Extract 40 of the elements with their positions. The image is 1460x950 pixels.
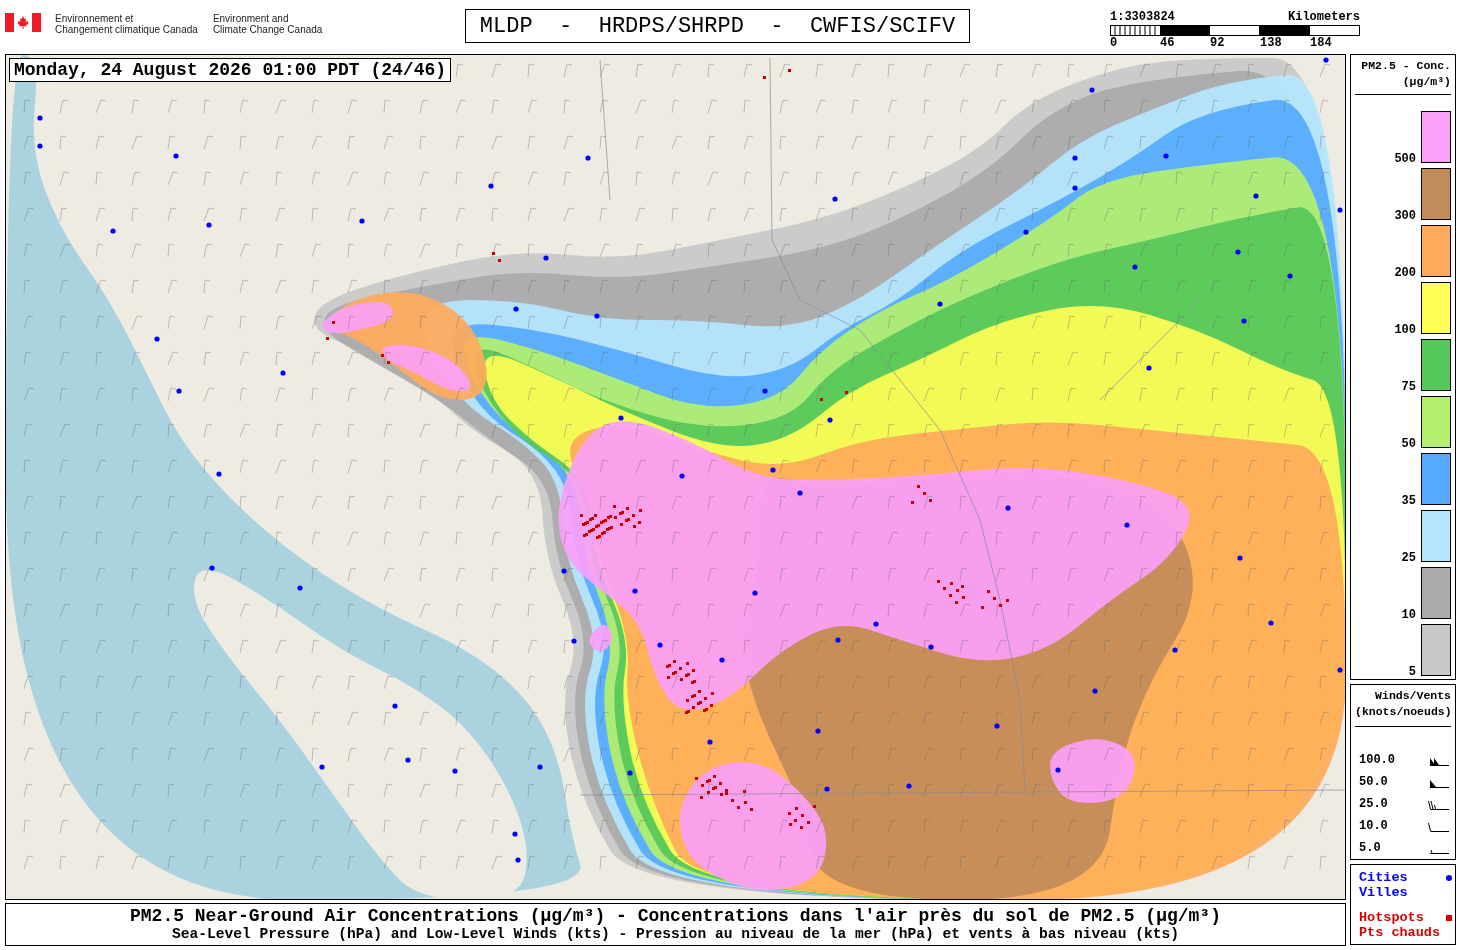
scale-unit: Kilometers — [1288, 11, 1360, 24]
scale-tick-label: 46 — [1160, 37, 1176, 50]
legend-threshold-label: 200 — [1394, 267, 1416, 279]
legend-threshold-label: 500 — [1394, 153, 1416, 165]
legend-threshold-label: 75 — [1401, 381, 1416, 393]
wind-speed-label: 50.0 — [1358, 775, 1389, 789]
wind-legend-unit: (knots/noeuds) — [1355, 704, 1451, 720]
wind-speed-label: 10.0 — [1358, 819, 1389, 833]
wind-barb-icon — [1427, 823, 1449, 832]
marker-legend-label: Hotspots Pts chauds — [1359, 910, 1441, 940]
legend-threshold-label: 25 — [1401, 552, 1416, 564]
model-title: MLDP - HRDPS/SHRPD - CWFIS/SCIFV — [465, 9, 970, 43]
wind-barb-icon — [1427, 801, 1449, 810]
scale-tick-label: 0 — [1110, 37, 1119, 50]
wind-barb-icon — [1430, 850, 1449, 854]
wind-barb-icon — [1430, 780, 1449, 788]
legend-unit: (µg/m³) — [1401, 74, 1451, 90]
scale-ratio: 1:3303824 — [1110, 11, 1175, 24]
agency-name-french: Environnement et Changement climatique Canada — [55, 13, 198, 35]
wind-speed-label: 5.0 — [1358, 841, 1382, 855]
legend-threshold-label: 300 — [1394, 210, 1416, 222]
caption-subtitle: Sea-Level Pressure (hPa) and Low-Level Winds (kts) - Pression au niveau de la mer (hPa) et vents à bas niveau (kts) — [171, 926, 1180, 943]
legend-threshold-label: 50 — [1401, 438, 1416, 450]
marker-legend-label: Cities Villes — [1359, 870, 1409, 900]
wind-speed-label: 100.0 — [1358, 753, 1396, 767]
forecast-timestamp: Monday, 24 August 2026 01:00 PDT (24/46) — [9, 58, 452, 82]
legend-threshold-label: 10 — [1401, 609, 1416, 621]
caption-title: PM2.5 Near-Ground Air Concentrations (µg/m³) - Concentrations dans l'air près du sol de PM2.5 (µg/m³) — [130, 906, 1221, 927]
legend-title: PM2.5 - Conc. — [1360, 58, 1451, 74]
legend-threshold-label: 35 — [1401, 495, 1416, 507]
legend-threshold-label: 5 — [1408, 666, 1416, 678]
scale-tick-label: 92 — [1210, 37, 1226, 50]
wind-barb-icon — [1430, 758, 1449, 766]
maple-leaf-flag-icon — [5, 13, 41, 32]
legend-threshold-label: 100 — [1394, 324, 1416, 336]
agency-name-english: Environment and Climate Change Canada — [212, 13, 323, 35]
wind-speed-label: 25.0 — [1358, 797, 1389, 811]
wind-legend-title: Winds/Vents — [1374, 688, 1451, 704]
scale-tick-label: 184 — [1310, 37, 1333, 50]
scale-tick-label: 138 — [1260, 37, 1283, 50]
